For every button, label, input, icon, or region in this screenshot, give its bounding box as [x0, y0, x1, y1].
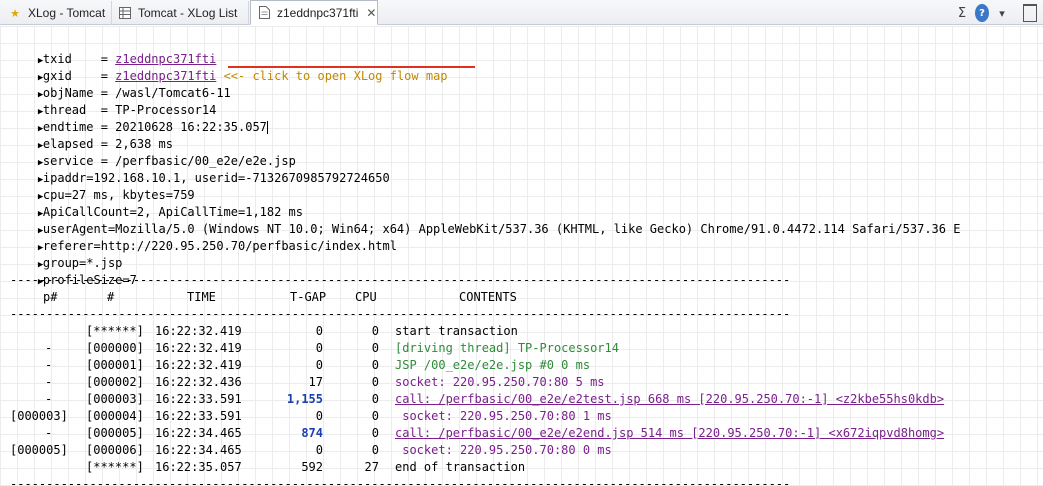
tgap-cell: 0 [315, 358, 323, 372]
separator-line: ----------------------------------------… [10, 273, 791, 287]
contents-cell: [driving thread] TP-Processor14 [395, 341, 619, 355]
prop-line-profilesize: ▶profileSize=7 [0, 255, 137, 287]
help-icon[interactable]: ? [975, 4, 989, 22]
tab-xlog-list[interactable]: Tomcat - XLog List [112, 1, 249, 25]
step-index-cell: [000006] [86, 443, 144, 457]
column-header-time: TIME [187, 290, 216, 304]
tgap-cell: 0 [315, 341, 323, 355]
step-index-cell: [000001] [86, 358, 144, 372]
prop-line-group: ▶group=*.jsp [0, 238, 122, 270]
maximize-icon[interactable] [1023, 4, 1037, 22]
flow-map-hint[interactable]: <<- click to open XLog flow map [224, 69, 448, 83]
contents-cell: JSP /00_e2e/e2e.jsp #0 0 ms [395, 358, 591, 372]
prop-line-objname: ▶objName = /wasl/Tomcat6-11 [0, 68, 231, 100]
time-cell: 16:22:35.057 [155, 460, 242, 474]
tgap-cell: 874 [301, 426, 323, 440]
step-index-cell: [000005] [86, 426, 144, 440]
step-index-cell: [******] [86, 460, 144, 474]
time-cell: 16:22:32.419 [155, 324, 242, 338]
step-index-cell: [000002] [86, 375, 144, 389]
prop-line-ipaddr: ▶ipaddr=192.168.10.1, userid=-7132670985… [0, 153, 390, 185]
parent-index-cell: - [45, 426, 53, 440]
step-index-cell: [000000] [86, 341, 144, 355]
cpu-cell: 0 [371, 358, 379, 372]
separator-line: ----------------------------------------… [10, 477, 791, 486]
cpu-cell: 0 [371, 392, 379, 406]
step-index-cell: [******] [86, 324, 144, 338]
editor-tab-bar: ★ XLog - Tomcat Tomcat - XLog List z1edd… [0, 0, 1043, 25]
contents-cell: socket: 220.95.250.70:80 1 ms [395, 409, 612, 423]
chevron-down-icon[interactable]: ▾ [995, 4, 1009, 22]
sigma-icon[interactable]: Σ [955, 4, 969, 22]
star-icon: ★ [10, 7, 20, 20]
prop-line-useragent: ▶userAgent=Mozilla/5.0 (Windows NT 10.0;… [0, 204, 961, 236]
column-header-tgap: T-GAP [290, 290, 327, 304]
hint-underline [228, 66, 475, 68]
time-cell: 16:22:32.436 [155, 375, 242, 389]
parent-index-cell: - [45, 392, 53, 406]
step-index-cell: [000004] [86, 409, 144, 423]
tab-xlog-tomcat[interactable]: ★ XLog - Tomcat [2, 1, 112, 25]
tgap-cell: 1,155 [286, 392, 323, 406]
tgap-cell: 592 [301, 460, 323, 474]
tab-label: Tomcat - XLog List [138, 6, 238, 20]
prop-line-apicallcount: ▶ApiCallCount=2, ApiCallTime=1,182 ms [0, 187, 303, 219]
tgap-cell: 0 [315, 324, 323, 338]
prop-line-thread: ▶thread = TP-Processor14 [0, 85, 216, 117]
contents-cell: start transaction [395, 324, 518, 338]
cpu-cell: 0 [371, 426, 379, 440]
tgap-cell: 0 [315, 443, 323, 457]
time-cell: 16:22:34.465 [155, 443, 242, 457]
step-index-cell: [000003] [86, 392, 144, 406]
time-cell: 16:22:34.465 [155, 426, 242, 440]
contents-cell[interactable]: call: /perfbasic/00_e2e/e2end.jsp 514 ms… [395, 425, 944, 442]
separator-line: ----------------------------------------… [10, 307, 791, 321]
tab-label: z1eddnpc371fti [277, 5, 359, 20]
parent-index-cell: [000003] [10, 409, 68, 423]
parent-index-cell: - [45, 341, 53, 355]
column-header-index: # [107, 290, 115, 304]
contents-cell[interactable]: call: /perfbasic/00_e2e/e2test.jsp 668 m… [395, 391, 944, 408]
table-icon [118, 6, 132, 20]
time-cell: 16:22:32.419 [155, 341, 242, 355]
time-cell: 16:22:33.591 [155, 409, 242, 423]
cpu-cell: 0 [371, 324, 379, 338]
tgap-cell: 17 [308, 375, 323, 389]
parent-index-cell: - [45, 375, 53, 389]
xlog-detail-editor[interactable]: ▶txid = z1eddnpc371fti ▶gxid = z1eddnpc3… [0, 26, 1043, 486]
view-toolbar: Σ ? ▾ [955, 3, 1037, 23]
cpu-cell: 0 [371, 375, 379, 389]
column-header-p: p# [43, 290, 58, 304]
tgap-cell: 0 [315, 409, 323, 423]
prop-line-endtime: ▶endtime = 20210628 16:22:35.057 [0, 102, 268, 134]
cpu-cell: 0 [371, 443, 379, 457]
contents-cell: socket: 220.95.250.70:80 5 ms [395, 375, 605, 389]
document-icon [257, 6, 271, 20]
close-icon[interactable]: ✕ [366, 6, 376, 20]
prop-line-service: ▶service = /perfbasic/00_e2e/e2e.jsp [0, 136, 296, 168]
tab-label: XLog - Tomcat [28, 6, 106, 20]
prop-line-cpu: ▶cpu=27 ms, kbytes=759 [0, 170, 195, 202]
cpu-cell: 0 [371, 409, 379, 423]
cpu-cell: 0 [371, 341, 379, 355]
contents-cell: socket: 220.95.250.70:80 0 ms [395, 443, 612, 457]
time-cell: 16:22:32.419 [155, 358, 242, 372]
column-header-contents: CONTENTS [459, 290, 517, 304]
parent-index-cell: - [45, 358, 53, 372]
cpu-cell: 27 [364, 460, 379, 474]
contents-cell: end of transaction [395, 460, 526, 474]
prop-line-txid: ▶txid = z1eddnpc371fti [0, 34, 216, 66]
tab-xlog-detail[interactable]: z1eddnpc371fti ✕ [250, 0, 378, 25]
prop-line-elapsed: ▶elapsed = 2,638 ms [0, 119, 173, 151]
column-header-cpu: CPU [355, 290, 377, 304]
text-caret [266, 121, 268, 134]
parent-index-cell: [000005] [10, 443, 68, 457]
time-cell: 16:22:33.591 [155, 392, 242, 406]
prop-line-referer: ▶referer=http://220.95.250.70/perfbasic/… [0, 221, 397, 253]
